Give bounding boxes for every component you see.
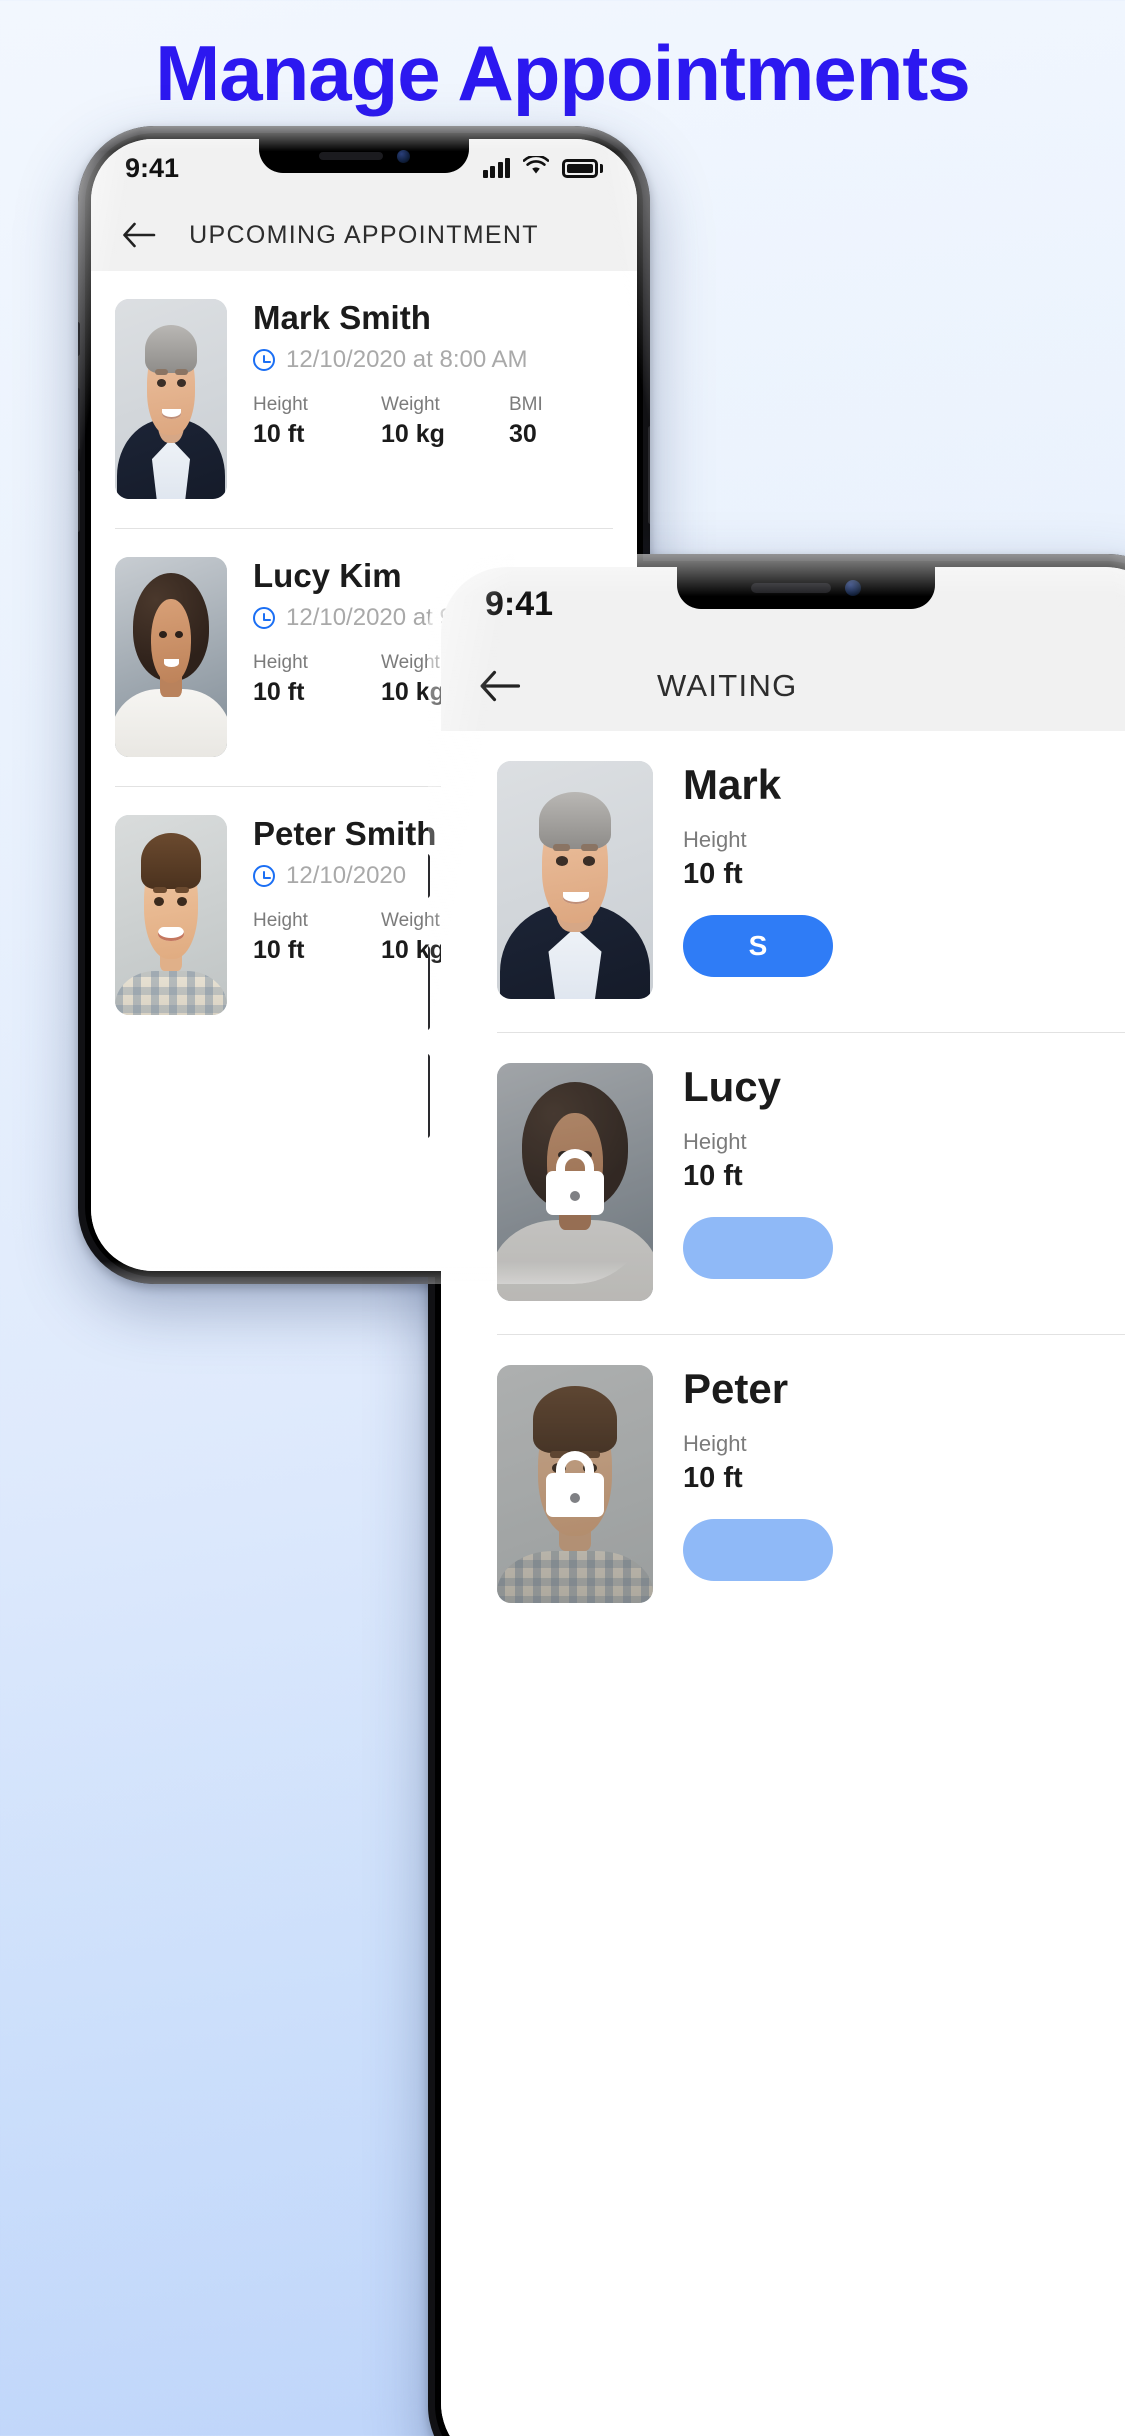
earpiece-speaker <box>751 583 831 593</box>
avatar <box>115 815 227 1015</box>
stat-label: Height <box>683 1431 747 1456</box>
stat-weight: Weight 10 kg <box>381 394 509 449</box>
photo-boy-plaid-shirt <box>115 815 227 1015</box>
photo-man-navy-suit <box>497 761 653 999</box>
front-camera-icon <box>396 149 410 163</box>
stat-label: BMI <box>509 394 543 415</box>
waiting-list: Mark Height 10 ft S Lucy Height 10 ft Pe… <box>441 731 1125 2436</box>
patient-name: Peter <box>683 1365 789 1412</box>
stat-value: 10 ft <box>253 420 305 448</box>
lock-icon <box>546 1451 604 1517</box>
stat-value: 10 ft <box>683 1160 743 1192</box>
avatar <box>115 557 227 757</box>
clock-icon <box>253 865 275 887</box>
stat-label: Height <box>683 827 747 852</box>
power-button[interactable] <box>648 426 650 524</box>
nav-title: UPCOMING APPOINTMENT <box>189 220 539 249</box>
phone-mockup-waiting-list: 9:41 WAITING Mark Height 10 ft S Lucy He… <box>428 554 1125 2436</box>
avatar <box>115 299 227 499</box>
appointment-datetime: 12/10/2020 at 8:00 AM <box>253 346 613 374</box>
avatar <box>497 761 653 999</box>
nav-bar: WAITING <box>441 641 1125 731</box>
nav-bar: UPCOMING APPOINTMENT <box>91 199 637 271</box>
volume-down-button[interactable] <box>428 1054 430 1138</box>
mute-switch[interactable] <box>428 854 430 898</box>
phone-notch <box>259 139 469 173</box>
stat-height: Height 10 ft <box>253 652 381 707</box>
action-button[interactable] <box>683 1217 833 1279</box>
avatar-lock-overlay <box>497 1365 653 1603</box>
appointment-row[interactable]: Mark Smith 12/10/2020 at 8:00 AM Height … <box>91 271 637 529</box>
clock-icon <box>253 607 275 629</box>
action-button[interactable]: S <box>683 915 833 977</box>
waiting-row[interactable]: Lucy Height 10 ft <box>441 1033 1125 1335</box>
waiting-row[interactable]: Peter Height 10 ft <box>441 1335 1125 1637</box>
volume-down-button[interactable] <box>78 470 80 532</box>
stat-value: 10 ft <box>683 1462 743 1494</box>
stat-label: Height <box>253 910 308 931</box>
phone-notch <box>677 567 935 609</box>
stat-label: Height <box>253 394 308 415</box>
avatar-lock-overlay <box>497 1063 653 1301</box>
battery-full-icon <box>562 158 603 178</box>
waiting-row[interactable]: Mark Height 10 ft S <box>441 731 1125 1033</box>
arrow-left-icon <box>480 670 521 702</box>
photo-woman-curly-hair <box>115 557 227 757</box>
stat-bmi: BMI 30 <box>509 394 543 449</box>
status-bar-time: 9:41 <box>485 585 554 623</box>
patient-name: Lucy <box>683 1063 782 1110</box>
avatar <box>497 1365 653 1603</box>
avatar <box>497 1063 653 1301</box>
volume-up-button[interactable] <box>428 946 430 1030</box>
wifi-icon <box>522 154 550 180</box>
stat-value: 10 ft <box>253 936 305 964</box>
stat-value: 10 ft <box>253 678 305 706</box>
photo-man-navy-suit <box>115 299 227 499</box>
cellular-signal-icon <box>482 158 510 178</box>
action-button[interactable] <box>683 1519 833 1581</box>
front-camera-icon <box>845 580 861 596</box>
stat-value: 10 ft <box>683 858 743 890</box>
stat-label: Weight <box>381 394 440 415</box>
stat-value: 10 kg <box>381 420 445 448</box>
mute-switch[interactable] <box>78 322 80 356</box>
appointment-datetime-text: 12/10/2020 at 8:00 AM <box>286 346 528 373</box>
status-bar-time: 9:41 <box>125 153 180 183</box>
patient-name: Mark Smith <box>253 299 431 336</box>
page-title: Manage Appointments <box>155 29 970 117</box>
lock-icon <box>546 1149 604 1215</box>
status-bar-icons <box>482 154 603 180</box>
back-button[interactable] <box>469 655 531 717</box>
stats-row: Height 10 ft Weight 10 kg BMI 30 <box>253 394 613 449</box>
earpiece-speaker <box>318 152 383 160</box>
volume-up-button[interactable] <box>78 388 80 450</box>
appointment-datetime-text: 12/10/2020 <box>286 862 407 889</box>
stat-label: Height <box>253 652 308 673</box>
stat-label: Height <box>683 1129 747 1154</box>
stat-height: Height 10 ft <box>253 910 381 965</box>
nav-title: WAITING <box>657 668 798 703</box>
clock-icon <box>253 349 275 371</box>
stat-height: Height 10 ft <box>253 394 381 449</box>
phone-front-screen: 9:41 WAITING Mark Height 10 ft S Lucy He… <box>441 567 1125 2436</box>
patient-name: Mark <box>683 761 782 808</box>
stat-value: 30 <box>509 420 537 448</box>
